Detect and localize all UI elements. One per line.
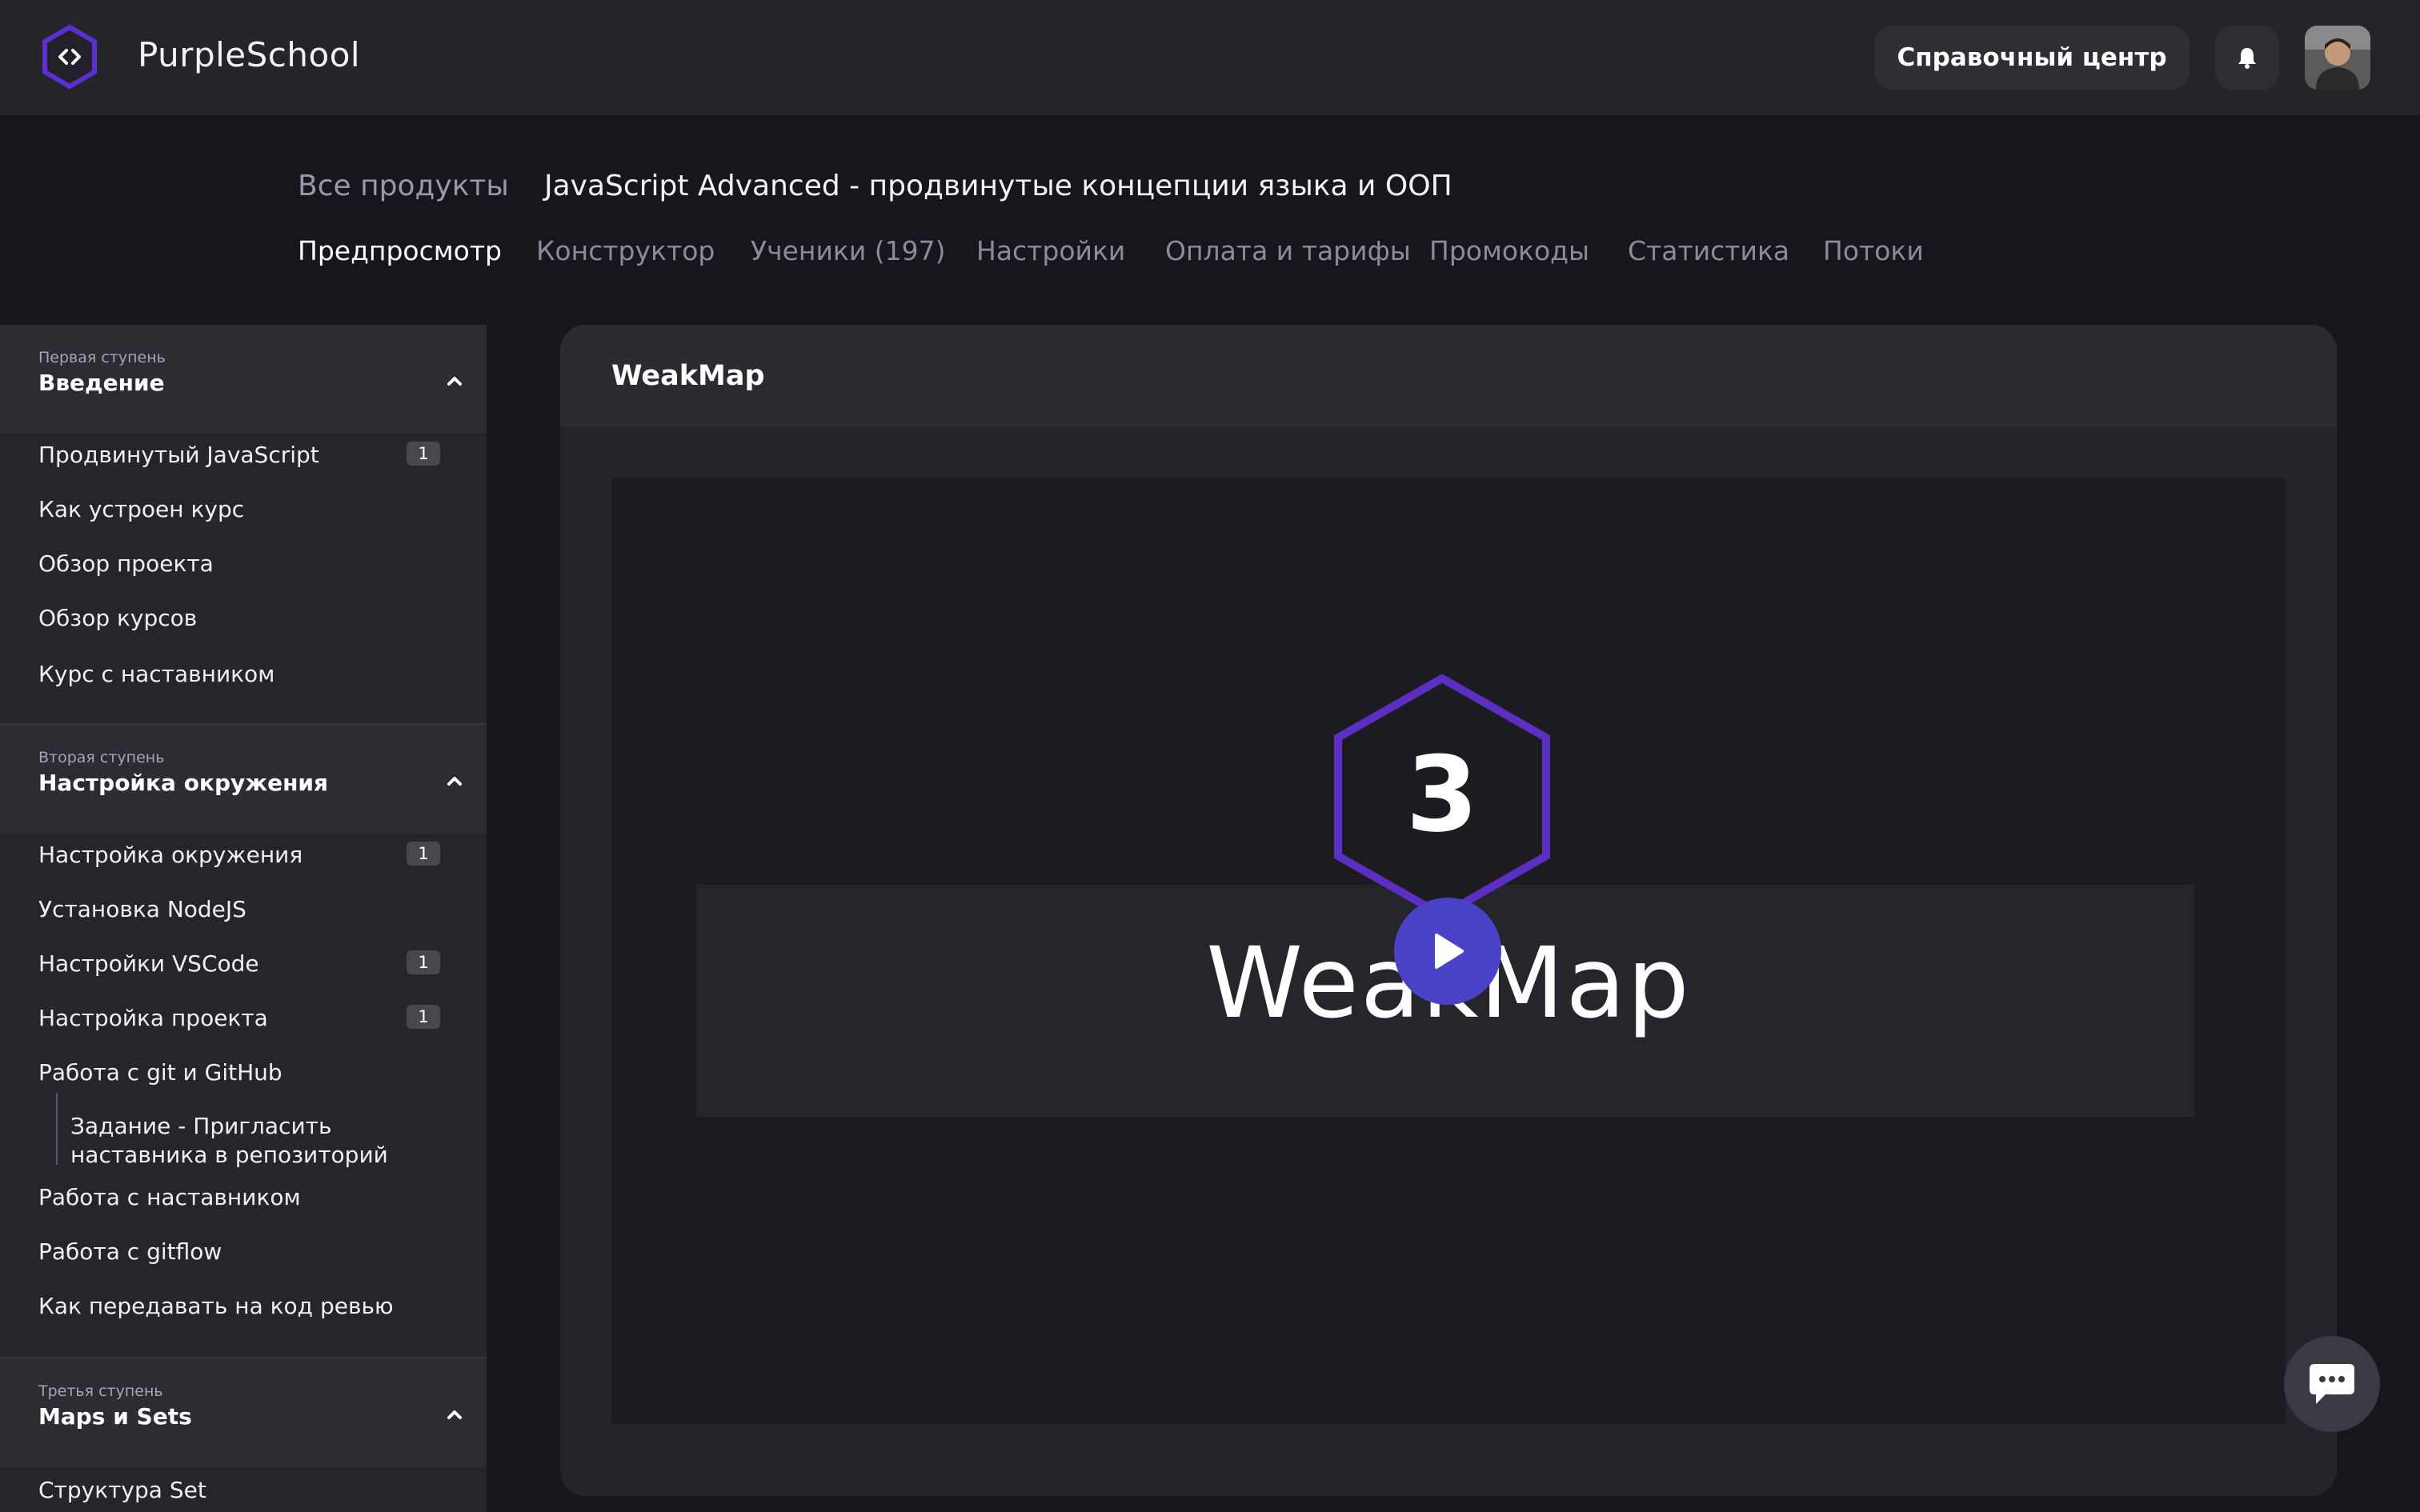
- sidebar-item-lesson[interactable]: Как передавать на код ревью: [38, 1293, 394, 1319]
- comment-count-badge: 1: [407, 842, 440, 866]
- sidebar-item-lesson[interactable]: Как устроен курс: [38, 496, 244, 522]
- purpleschool-logo-icon[interactable]: [40, 24, 99, 90]
- comment-count-badge: 1: [407, 950, 440, 974]
- comment-count-badge: 1: [407, 1005, 440, 1029]
- tab-statistics[interactable]: Статистика: [1628, 235, 1789, 266]
- sidebar-item-lesson[interactable]: Работа с gitflow: [38, 1238, 222, 1265]
- tab-streams[interactable]: Потоки: [1823, 235, 1924, 266]
- sidebar-item-lesson[interactable]: Работа с наставником: [38, 1184, 301, 1210]
- tab-payment[interactable]: Оплата и тарифы: [1165, 235, 1411, 266]
- section-header-intro[interactable]: Первая ступень Введение: [0, 325, 487, 434]
- section-title: Maps и Sets: [38, 1403, 192, 1430]
- breadcrumb-all-products[interactable]: Все продукты: [298, 170, 509, 202]
- sidebar-item-lesson[interactable]: Настройки VSCode: [38, 950, 259, 977]
- top-header: PurpleSchool Справочный центр: [0, 0, 2420, 115]
- help-center-button[interactable]: Справочный центр: [1874, 26, 2190, 90]
- lesson-card-header: WeakMap: [560, 325, 2337, 427]
- section-stage-label: Вторая ступень: [38, 749, 165, 766]
- section-header-maps-sets[interactable]: Третья ступень Maps и Sets: [0, 1358, 487, 1467]
- sidebar-item-lesson[interactable]: Работа с git и GitHub: [38, 1059, 282, 1086]
- sidebar-subtask[interactable]: Задание - Пригласить наставника в репози…: [70, 1112, 388, 1170]
- avatar-image: [2305, 26, 2370, 90]
- sidebar-item-lesson[interactable]: Обзор курсов: [38, 605, 197, 631]
- lesson-sidebar: Первая ступень Введение Продвинутый Java…: [0, 325, 487, 1512]
- section-stage-label: Первая ступень: [38, 349, 166, 366]
- breadcrumb-current-course: JavaScript Advanced - продвинутые концеп…: [544, 170, 1452, 202]
- video-number: 3: [1406, 734, 1478, 855]
- tab-students[interactable]: Ученики (197): [751, 235, 946, 266]
- user-avatar[interactable]: [2305, 26, 2370, 90]
- section-title: Введение: [38, 370, 165, 396]
- hexagon-number-badge: 3: [1334, 674, 1550, 920]
- sidebar-item-lesson[interactable]: Настройка окружения: [38, 842, 302, 868]
- section-stage-label: Третья ступень: [38, 1382, 163, 1400]
- bell-icon: [2238, 48, 2256, 69]
- play-button[interactable]: [1394, 898, 1501, 1005]
- tab-preview[interactable]: Предпросмотр: [298, 235, 502, 266]
- chat-icon: [2310, 1364, 2354, 1404]
- video-player[interactable]: WeakMap 3: [611, 478, 2286, 1424]
- tab-settings[interactable]: Настройки: [976, 235, 1125, 266]
- tab-promocodes[interactable]: Промокоды: [1429, 235, 1589, 266]
- chevron-up-icon[interactable]: [443, 370, 466, 392]
- subtask-connector: [56, 1093, 58, 1165]
- sidebar-item-lesson[interactable]: Обзор проекта: [38, 550, 214, 577]
- play-icon: [1435, 934, 1464, 969]
- section-title: Настройка окружения: [38, 770, 329, 796]
- brand-name[interactable]: PurpleSchool: [138, 35, 360, 74]
- sidebar-item-lesson[interactable]: Продвинутый JavaScript: [38, 442, 319, 468]
- section-header-environment[interactable]: Вторая ступень Настройка окружения: [0, 725, 487, 834]
- subtask-line-1: Задание - Пригласить: [70, 1113, 332, 1139]
- sidebar-item-lesson[interactable]: Курс с наставником: [38, 661, 274, 687]
- comment-count-badge: 1: [407, 442, 440, 466]
- notifications-button[interactable]: [2215, 26, 2279, 90]
- subtask-line-2: наставника в репозиторий: [70, 1142, 388, 1168]
- sidebar-item-lesson[interactable]: Структура Set: [38, 1477, 206, 1503]
- tab-constructor[interactable]: Конструктор: [536, 235, 715, 266]
- chevron-up-icon[interactable]: [443, 1403, 466, 1426]
- chat-support-button[interactable]: [2284, 1336, 2380, 1432]
- lesson-card: WeakMap WeakMap 3: [560, 325, 2337, 1496]
- chevron-up-icon[interactable]: [443, 770, 466, 792]
- sidebar-item-lesson[interactable]: Установка NodeJS: [38, 896, 246, 922]
- lesson-title: WeakMap: [611, 360, 765, 392]
- sidebar-item-lesson[interactable]: Настройка проекта: [38, 1005, 268, 1031]
